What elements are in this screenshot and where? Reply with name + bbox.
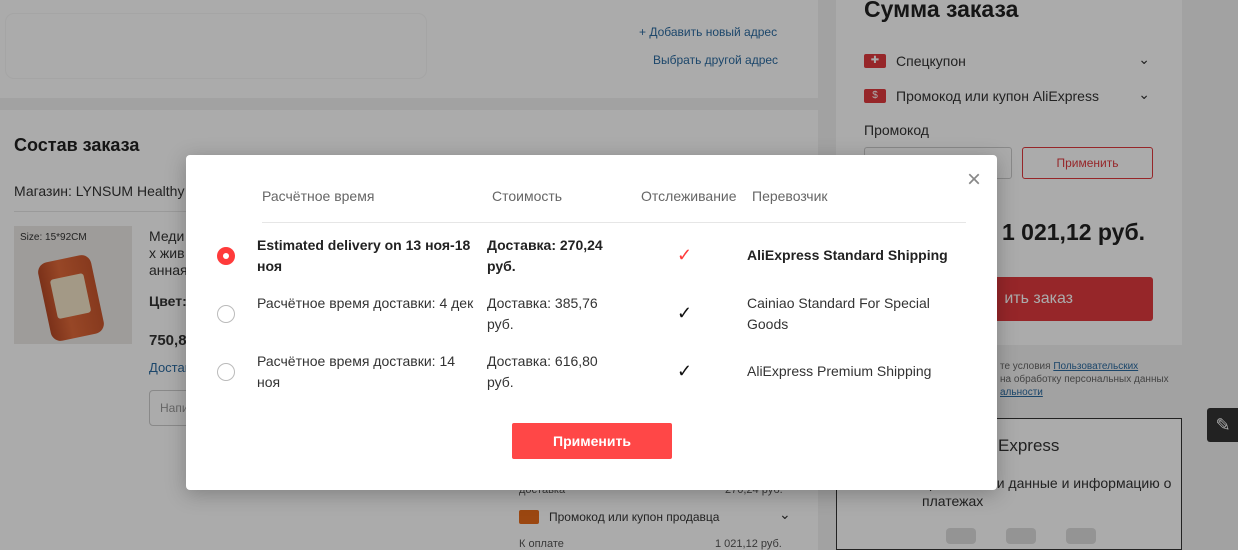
- option-carrier: AliExpress Standard Shipping: [747, 247, 948, 263]
- option-carrier: Cainiao Standard For Special Goods: [747, 295, 930, 332]
- option-cost: Доставка: 270,24 руб.: [487, 237, 603, 274]
- shipping-option-row[interactable]: Расчётное время доставки: 4 дек Доставка…: [186, 289, 997, 341]
- shipping-table-header: Расчётное время Стоимость Отслеживание П…: [262, 188, 966, 223]
- option-delivery-time: Estimated delivery on 13 ноя-18 ноя: [257, 237, 471, 274]
- header-tracking: Отслеживание: [641, 188, 737, 204]
- option-delivery-time: Расчётное время доставки: 14 ноя: [257, 353, 456, 390]
- radio-icon[interactable]: [217, 363, 235, 381]
- option-cost: Доставка: 385,76 руб.: [487, 295, 598, 332]
- header-time: Расчётное время: [262, 188, 375, 204]
- option-cost: Доставка: 616,80 руб.: [487, 353, 598, 390]
- option-delivery-time: Расчётное время доставки: 4 дек: [257, 295, 474, 311]
- radio-selected-icon[interactable]: [217, 247, 235, 265]
- close-icon[interactable]: ×: [967, 167, 981, 193]
- radio-icon[interactable]: [217, 305, 235, 323]
- checkmark-icon: ✓: [677, 245, 693, 265]
- option-carrier: AliExpress Premium Shipping: [747, 363, 932, 379]
- apply-button[interactable]: Применить: [512, 423, 672, 459]
- shipping-option-row[interactable]: Estimated delivery on 13 ноя-18 ноя Дост…: [186, 231, 997, 283]
- header-carrier: Перевозчик: [752, 188, 828, 204]
- checkmark-icon: ✓: [677, 361, 693, 381]
- shipping-method-dialog: × Расчётное время Стоимость Отслеживание…: [186, 155, 997, 490]
- shipping-option-row[interactable]: Расчётное время доставки: 14 ноя Доставк…: [186, 347, 997, 399]
- header-cost: Стоимость: [492, 188, 563, 204]
- checkmark-icon: ✓: [677, 303, 693, 323]
